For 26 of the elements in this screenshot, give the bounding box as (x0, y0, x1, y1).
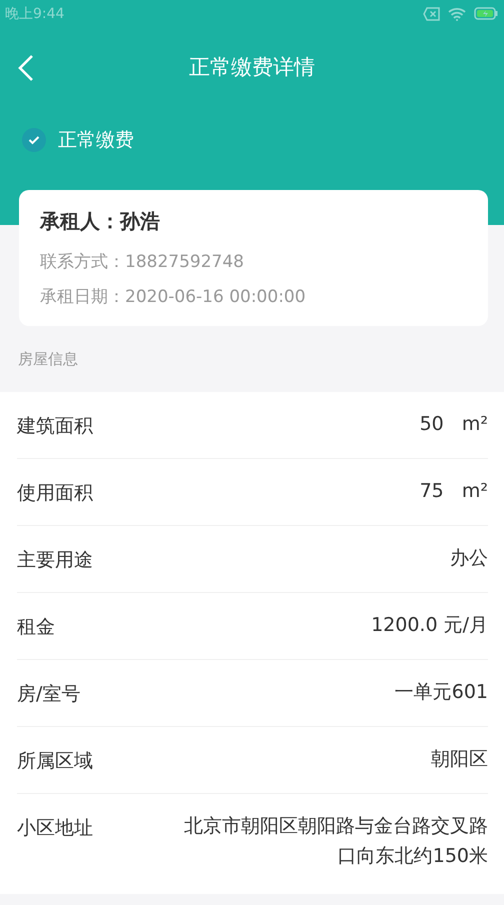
field-label: 所属区域 (17, 749, 93, 774)
no-sim-icon (423, 6, 440, 20)
field-label: 建筑面积 (17, 414, 93, 439)
field-value: 50 m² (420, 412, 488, 437)
field-value: 朝阳区 (431, 747, 488, 772)
contact-text: 联系方式：18827592748 (40, 251, 245, 274)
field-value: 1200.0 元/月 (371, 613, 488, 638)
field-value: 北京市朝阳区朝阳路与金台路交叉路口向东北约150米 (183, 814, 488, 869)
checkbox-label: 正常缴费 (58, 128, 134, 153)
field-label: 租金 (17, 615, 55, 640)
field-value: 75 m² (420, 479, 488, 504)
tenant-name: 承租人：孙浩 (40, 208, 161, 235)
checkbox[interactable] (22, 128, 46, 152)
status-time: 晚上9:44 (5, 4, 64, 22)
field-label: 主要用途 (17, 548, 93, 573)
section-title: 房屋信息 (17, 348, 79, 370)
battery-icon (474, 7, 498, 20)
lease-date: 承租日期：2020-06-16 00:00:00 (40, 286, 307, 309)
page-title: 正常缴费详情 (189, 54, 315, 81)
wifi-icon (448, 6, 466, 20)
field-label: 房/室号 (17, 682, 80, 707)
field-value: 一单元601 (394, 680, 488, 705)
field-label: 使用面积 (17, 481, 93, 506)
field-label: 小区地址 (17, 816, 93, 841)
check-icon (28, 135, 40, 145)
field-value: 办公 (450, 546, 488, 571)
